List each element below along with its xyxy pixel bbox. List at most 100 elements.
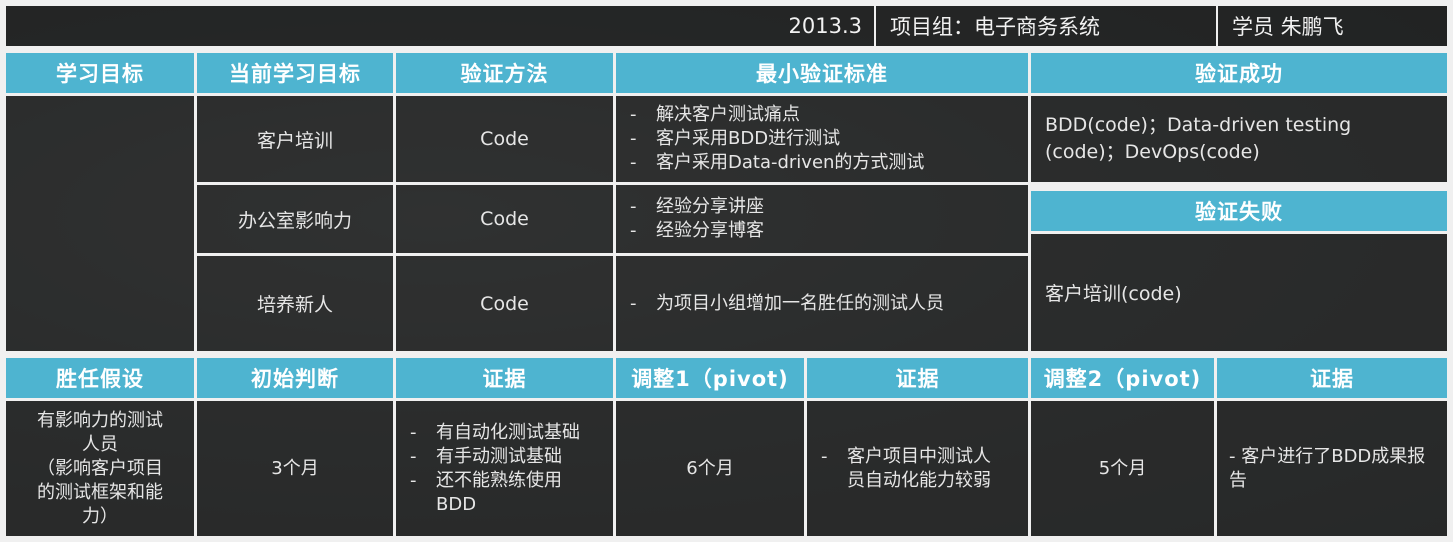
header-evidence-3: 证据 xyxy=(1217,358,1447,398)
grid-line xyxy=(0,398,1453,401)
pivot-1-cell: 6个月 xyxy=(616,401,804,536)
header-pivot-2-text: 调整2（pivot) xyxy=(1043,367,1202,391)
hypothesis-cell: 有影响力的测试 人员 （影响客户项目 的测试框架和能 力） xyxy=(6,401,194,536)
header-failure-text: 验证失败 xyxy=(1195,200,1283,224)
list-item-text: 有自动化测试基础 xyxy=(436,421,580,443)
row2-method-text: Code xyxy=(480,208,529,230)
grid-line xyxy=(874,6,876,46)
grid-line xyxy=(0,0,6,542)
header-current-goal: 当前学习目标 xyxy=(197,53,393,93)
evidence-2-cell: - 客户项目中测试人员自动化能力较弱 xyxy=(807,401,1028,536)
failure-cell: 客户培训(code) xyxy=(1031,234,1447,351)
evidence-2-block: - 客户项目中测试人员自动化能力较弱 xyxy=(807,445,997,493)
list-item-text: 经验分享讲座 xyxy=(656,196,764,217)
student-label: 学员 朱鹏飞 xyxy=(1232,15,1344,39)
date-label: 2013.3 xyxy=(788,14,862,38)
header-evidence-1-text: 证据 xyxy=(482,367,527,391)
hypothesis-line: 人员 xyxy=(82,433,118,455)
learning-goal-cell xyxy=(6,96,194,351)
list-item: - 为项目小组增加一名胜任的测试人员 xyxy=(616,292,944,316)
list-item: - 经验分享博客 xyxy=(616,219,764,243)
header-pivot-1-text: 调整1（pivot) xyxy=(631,367,789,391)
grid-line xyxy=(1447,0,1453,542)
grid-line xyxy=(0,0,1453,6)
header-pivot-2: 调整2（pivot) xyxy=(1031,358,1214,398)
evidence-3-text: - 客户进行了BDD成果报告 xyxy=(1229,445,1426,491)
dash-mark: - xyxy=(630,220,637,241)
header-hypothesis-text: 胜任假设 xyxy=(56,367,144,391)
grid-line xyxy=(0,93,1453,96)
row2-standards: - 经验分享讲座 - 经验分享博客 xyxy=(616,185,1028,253)
list-item: - 还不能熟练使用BDD xyxy=(396,469,586,517)
project-cell: 项目组：电子商务系统 xyxy=(876,6,1216,46)
grid-line xyxy=(1216,6,1218,46)
list-item-text: 客户采用Data-driven的方式测试 xyxy=(656,152,925,173)
pivot-1-text: 6个月 xyxy=(686,457,734,479)
header-evidence-2-text: 证据 xyxy=(895,367,940,391)
grid-line xyxy=(1031,231,1453,234)
initial-text: 3个月 xyxy=(271,457,319,479)
dash-mark: - xyxy=(410,445,417,467)
header-pivot-1: 调整1（pivot) xyxy=(616,358,804,398)
failure-text: 客户培训(code) xyxy=(1045,283,1182,305)
hypothesis-line: （影响客户项目 xyxy=(37,457,163,479)
success-text: BDD(code)；Data-driven testing (code)；Dev… xyxy=(1045,114,1352,163)
row1-goal-text: 客户培训 xyxy=(256,129,333,152)
grid-line xyxy=(0,536,1453,542)
header-success: 验证成功 xyxy=(1031,53,1447,93)
list-item: - 客户采用Data-driven的方式测试 xyxy=(616,151,924,175)
pivot-2-text: 5个月 xyxy=(1098,457,1147,479)
grid-line xyxy=(194,53,197,536)
list-item: - 经验分享讲座 xyxy=(616,195,764,219)
hypothesis-line: 力） xyxy=(82,505,118,527)
list-item: - 客户采用BDD进行测试 xyxy=(616,127,924,151)
grid-line xyxy=(0,46,1453,53)
header-min-standard-text: 最小验证标准 xyxy=(756,62,888,86)
grid-line xyxy=(1028,53,1031,536)
header-learning-goal: 学习目标 xyxy=(6,53,194,93)
header-learning-goal-text: 学习目标 xyxy=(56,62,144,86)
list-item-text: 解决客户测试痛点 xyxy=(656,104,800,125)
header-method: 验证方法 xyxy=(396,53,613,93)
header-success-text: 验证成功 xyxy=(1195,62,1283,86)
hypothesis-line: 的测试框架和能 xyxy=(37,481,163,503)
grid-line xyxy=(0,351,1453,358)
list-item: - 有手动测试基础 xyxy=(396,445,586,469)
grid-line xyxy=(1214,358,1217,536)
list-item-text: 为项目小组增加一名胜任的测试人员 xyxy=(656,292,944,314)
list-item-text: 经验分享博客 xyxy=(656,220,764,241)
header-failure: 验证失败 xyxy=(1031,191,1447,231)
row1-goal: 客户培训 xyxy=(197,96,393,182)
list-item: - 有自动化测试基础 xyxy=(396,421,586,445)
list-item-text: 有手动测试基础 xyxy=(436,445,562,467)
evidence-1-list: - 有自动化测试基础 - 有手动测试基础 - 还不能熟练使用BDD xyxy=(396,421,586,517)
student-cell: 学员 朱鹏飞 xyxy=(1218,6,1447,46)
dash-mark: - xyxy=(630,152,637,173)
row2-goal: 办公室影响力 xyxy=(197,185,393,253)
grid-line xyxy=(613,53,616,536)
success-cell: BDD(code)；Data-driven testing (code)；Dev… xyxy=(1031,96,1447,182)
header-evidence-3-text: 证据 xyxy=(1310,367,1354,391)
row3-goal-text: 培养新人 xyxy=(256,294,333,316)
row2-standards-list: - 经验分享讲座 - 经验分享博客 xyxy=(616,195,764,243)
row3-goal: 培养新人 xyxy=(197,256,393,351)
header-current-goal-text: 当前学习目标 xyxy=(229,62,361,86)
dash-mark: - xyxy=(630,196,637,217)
row3-method-text: Code xyxy=(480,292,529,315)
row1-standards: - 解决客户测试痛点 - 客户采用BDD进行测试 - 客户采用Data-driven的… xyxy=(616,96,1028,182)
row2-method: Code xyxy=(396,185,613,253)
row3-standards-list: - 为项目小组增加一名胜任的测试人员 xyxy=(616,292,944,316)
grid-line xyxy=(804,358,807,536)
dash-mark: - xyxy=(821,445,828,467)
header-evidence-2: 证据 xyxy=(807,358,1028,398)
dash-mark: - xyxy=(630,128,637,149)
dash-mark: - xyxy=(630,292,637,314)
row3-standards: - 为项目小组增加一名胜任的测试人员 xyxy=(616,256,1028,351)
header-initial-text: 初始判断 xyxy=(251,367,339,391)
grid-line xyxy=(1031,182,1453,191)
date-cell: 2013.3 xyxy=(6,6,874,46)
row1-standards-list: - 解决客户测试痛点 - 客户采用BDD进行测试 - 客户采用Data-driven的… xyxy=(616,103,924,175)
dash-mark: - xyxy=(630,104,637,125)
evidence-2-text: 客户项目中测试人员自动化能力较弱 xyxy=(847,445,991,491)
row3-method: Code xyxy=(396,256,613,351)
